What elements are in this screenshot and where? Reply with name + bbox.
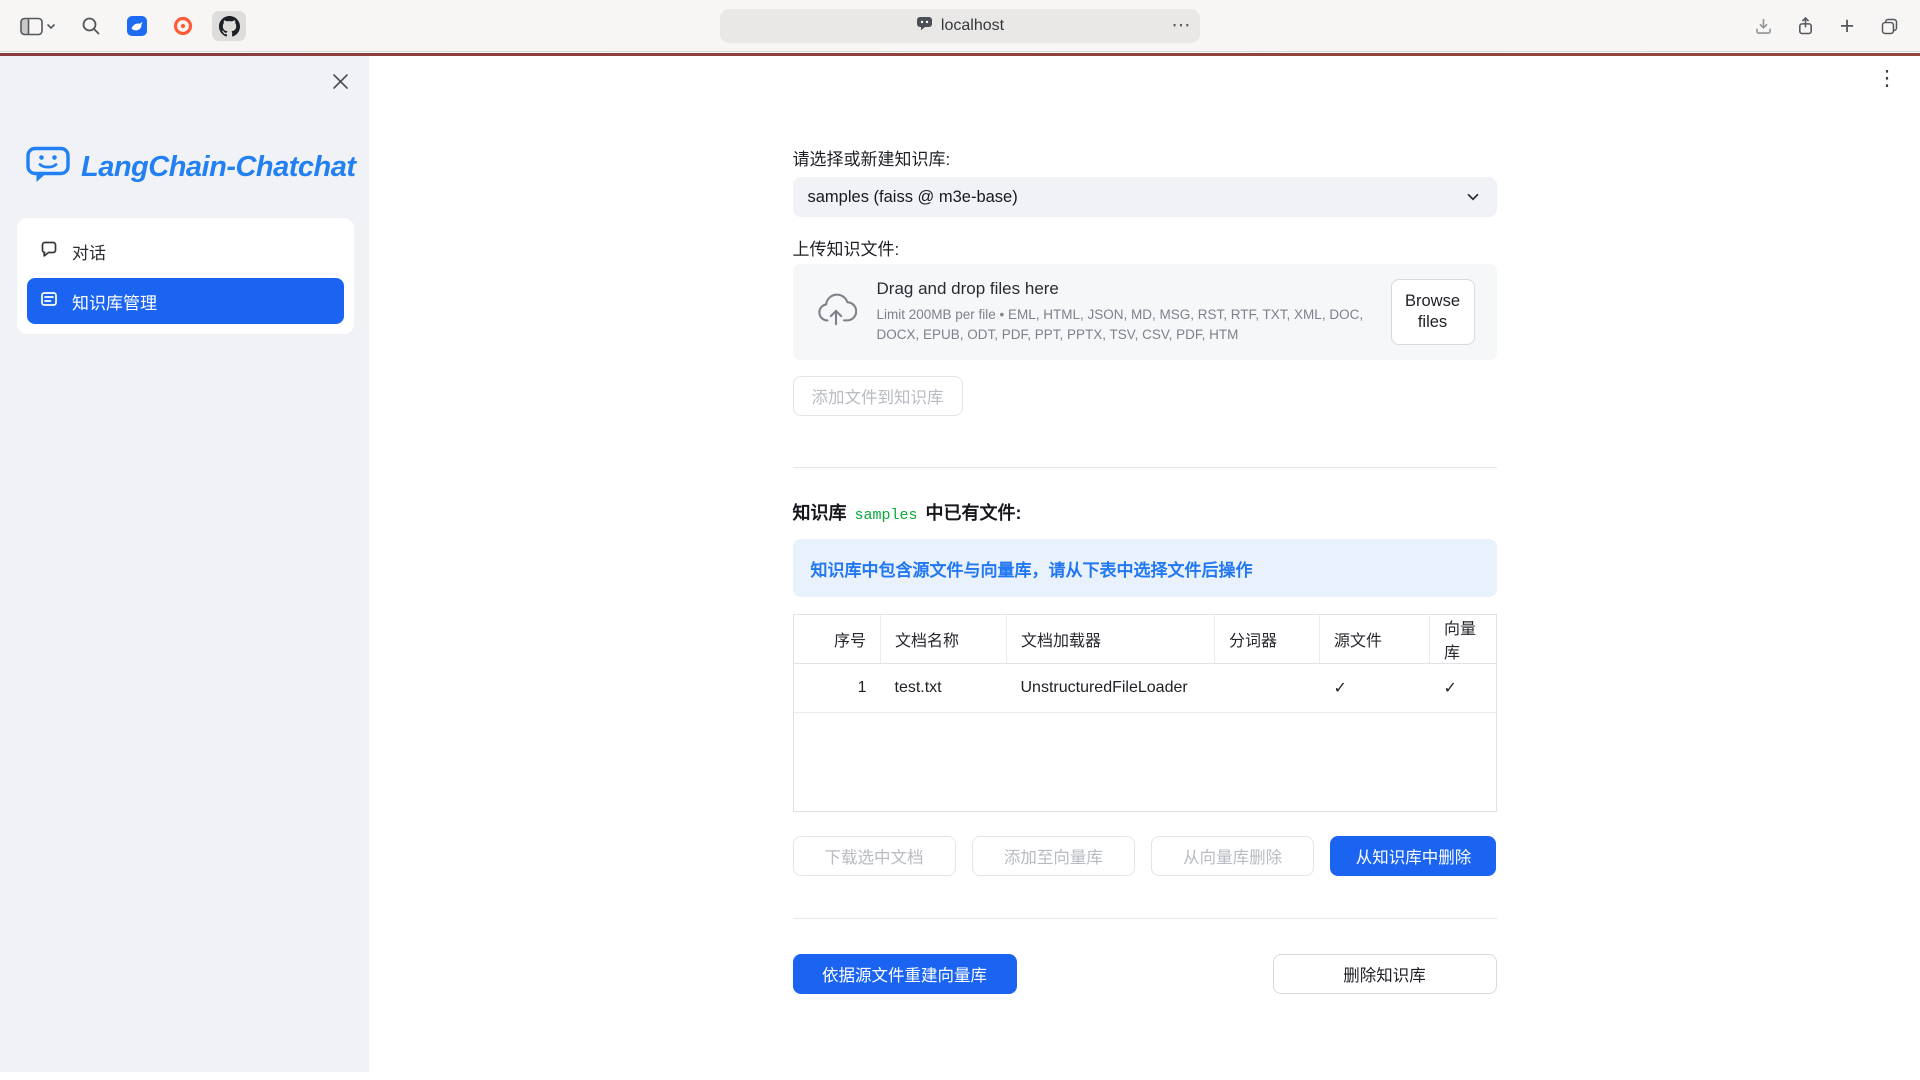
col-header-loader[interactable]: 文档加载器 (1007, 615, 1215, 664)
site-favicon (916, 16, 933, 36)
cell-vector-store-check: ✓ (1430, 664, 1496, 713)
main-area: ⋮ 请选择或新建知识库: samples (faiss @ m3e-base) … (369, 56, 1920, 1080)
add-files-to-kb-button: 添加文件到知识库 (793, 376, 963, 416)
col-header-doc-name[interactable]: 文档名称 (881, 615, 1007, 664)
info-banner: 知识库中包含源文件与向量库，请从下表中选择文件后操作 (793, 539, 1497, 597)
logo-chat-bubble-icon (25, 144, 71, 191)
toolbar-right-group: + (1746, 0, 1906, 52)
browser-toolbar: localhost ⋯ + (0, 0, 1920, 52)
download-icon (1753, 16, 1774, 37)
section-divider (793, 918, 1497, 919)
dropzone-limits: Limit 200MB per file • EML, HTML, JSON, … (877, 305, 1371, 346)
orange-ring-extension-icon (172, 15, 194, 37)
kb-selectbox[interactable]: samples (faiss @ m3e-base) (793, 177, 1497, 217)
blue-bird-extension-icon (126, 15, 148, 37)
chevron-down-icon (46, 23, 56, 30)
heading-suffix: 中已有文件: (926, 499, 1022, 525)
extensions-overflow-button[interactable]: ⋯ (1167, 15, 1195, 37)
sidebar-panel-icon (20, 17, 43, 36)
section-divider (793, 467, 1497, 468)
nav-item-kb-management[interactable]: 知识库管理 (27, 278, 344, 324)
logo-text: LangChain-Chatchat (81, 151, 356, 184)
cell-loader: UnstructuredFileLoader (1007, 664, 1215, 713)
download-selected-button: 下载选中文档 (793, 836, 956, 876)
kb-selected-value: samples (faiss @ m3e-base) (808, 188, 1018, 207)
nav-item-dialogue[interactable]: 对话 (27, 228, 344, 274)
file-action-buttons: 下载选中文档 添加至向量库 从向量库删除 从知识库中删除 (793, 836, 1497, 876)
table-row[interactable]: 1 test.txt UnstructuredFileLoader ✓ ✓ (794, 664, 1496, 713)
downloads-button[interactable] (1746, 11, 1780, 41)
nav-item-label: 知识库管理 (72, 289, 157, 314)
kb-bottom-buttons: 依据源文件重建向量库 删除知识库 (793, 954, 1497, 994)
dropzone-text: Drag and drop files here Limit 200MB per… (877, 279, 1371, 346)
close-sidebar-button[interactable] (327, 70, 353, 96)
cell-doc-name: test.txt (881, 664, 1007, 713)
tab-overview-button[interactable] (1872, 11, 1906, 41)
browse-files-button[interactable]: Browse files (1391, 279, 1475, 346)
plus-icon: + (1840, 12, 1855, 40)
chevron-down-icon (1464, 188, 1482, 206)
cell-source-file-check: ✓ (1320, 664, 1430, 713)
col-header-source-file[interactable]: 源文件 (1320, 615, 1430, 664)
file-dropzone[interactable]: Drag and drop files here Limit 200MB per… (793, 264, 1497, 360)
heading-prefix: 知识库 (793, 499, 847, 525)
dropzone-title: Drag and drop files here (877, 279, 1371, 299)
share-icon (1795, 16, 1816, 37)
upload-files-label: 上传知识文件: (793, 239, 1497, 261)
vertical-dots-icon: ⋮ (1877, 67, 1898, 90)
github-icon (219, 16, 240, 37)
new-tab-button[interactable]: + (1830, 11, 1864, 41)
address-bar[interactable]: localhost ⋯ (720, 9, 1200, 43)
orange-extension-button[interactable] (166, 11, 200, 41)
nav-item-label: 对话 (72, 239, 106, 264)
col-header-index[interactable]: 序号 (794, 615, 881, 664)
app-window: LangChain-Chatchat 对话 (0, 56, 1920, 1080)
blue-extension-button[interactable] (120, 11, 154, 41)
delete-kb-button[interactable]: 删除知识库 (1273, 954, 1497, 994)
kb-files-table: 序号 文档名称 文档加载器 分词器 源文件 向量库 1 test.txt Uns (793, 614, 1497, 812)
remove-from-vector-store-button: 从向量库删除 (1151, 836, 1314, 876)
rebuild-vector-store-button[interactable]: 依据源文件重建向量库 (793, 954, 1017, 994)
cloud-upload-icon (815, 293, 857, 332)
app-menu-button[interactable]: ⋮ (1872, 64, 1902, 94)
share-button[interactable] (1788, 11, 1822, 41)
add-to-vector-store-button: 添加至向量库 (972, 836, 1135, 876)
url-text: localhost (941, 17, 1004, 35)
col-header-splitter[interactable]: 分词器 (1215, 615, 1320, 664)
knowledge-base-icon (39, 289, 59, 314)
close-icon (331, 72, 350, 94)
app-logo: LangChain-Chatchat (25, 144, 356, 191)
delete-from-kb-button[interactable]: 从知识库中删除 (1330, 836, 1496, 876)
kb-files-heading: 知识库 samples 中已有文件: (793, 499, 1497, 525)
kb-name-code: samples (855, 507, 918, 524)
cell-splitter (1215, 664, 1320, 713)
search-button[interactable] (74, 11, 108, 41)
cell-index: 1 (794, 664, 881, 713)
toolbar-left-group (14, 0, 246, 52)
table-header-row: 序号 文档名称 文档加载器 分词器 源文件 向量库 (794, 615, 1496, 664)
sidebar-nav: 对话 知识库管理 (17, 218, 354, 334)
sidebar: LangChain-Chatchat 对话 (0, 56, 369, 1080)
github-extension-button[interactable] (212, 11, 246, 41)
chat-bubble-icon (39, 239, 59, 264)
select-kb-label: 请选择或新建知识库: (793, 149, 1497, 171)
table-empty-space (794, 713, 1496, 817)
tabs-icon (1879, 16, 1900, 37)
col-header-vector-store[interactable]: 向量库 (1430, 615, 1496, 664)
search-icon (81, 16, 101, 36)
sidebar-toggle-button[interactable] (14, 11, 62, 41)
kb-management-page: 请选择或新建知识库: samples (faiss @ m3e-base) 上传… (793, 56, 1497, 994)
ellipsis-icon: ⋯ (1172, 15, 1191, 36)
